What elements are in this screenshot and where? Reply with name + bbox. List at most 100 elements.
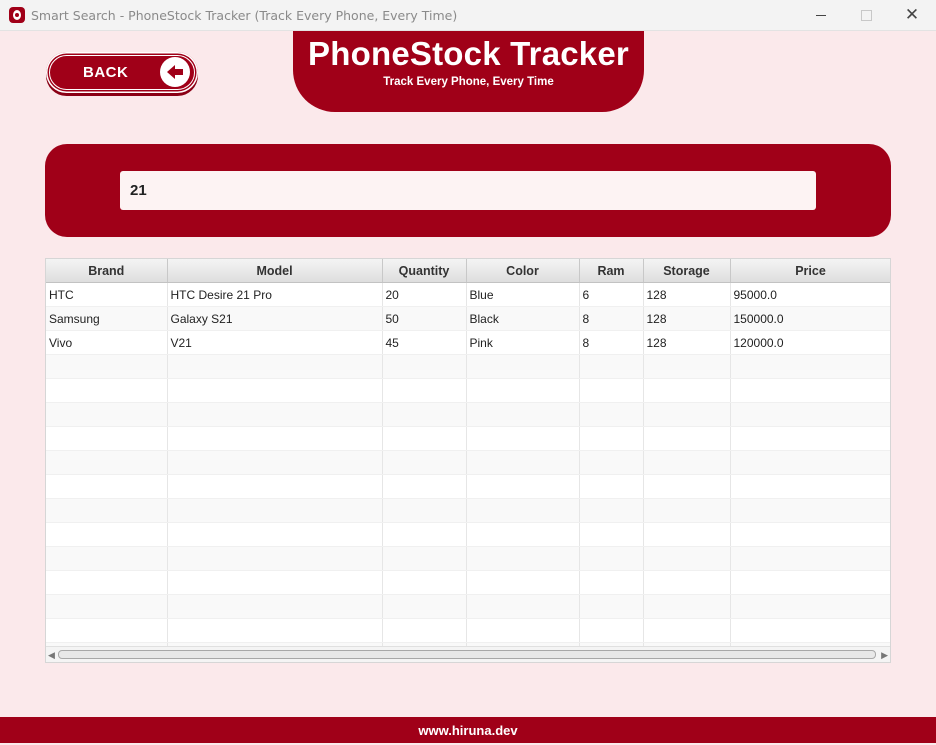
empty-cell bbox=[643, 426, 731, 451]
empty-table-row bbox=[46, 378, 890, 403]
empty-cell bbox=[46, 474, 168, 499]
empty-table-row bbox=[46, 354, 890, 379]
empty-cell bbox=[579, 618, 644, 643]
empty-cell bbox=[46, 618, 168, 643]
cell-price: 95000.0 bbox=[730, 282, 890, 307]
scrollbar-thumb[interactable] bbox=[58, 650, 876, 659]
cell-ram: 8 bbox=[579, 306, 644, 331]
table-row[interactable]: HTC HTC Desire 21 Pro 20 Blue 6 128 9500… bbox=[46, 282, 890, 307]
app-title: PhoneStock Tracker bbox=[308, 35, 629, 72]
empty-cell bbox=[382, 546, 467, 571]
empty-cell bbox=[46, 498, 168, 523]
phone-table: Brand Model Quantity Color Ram Storage P… bbox=[45, 258, 891, 663]
empty-cell bbox=[382, 426, 467, 451]
footer-link[interactable]: www.hiruna.dev bbox=[418, 723, 517, 738]
empty-cell bbox=[382, 570, 467, 595]
column-header-price[interactable]: Price bbox=[730, 259, 890, 283]
empty-cell bbox=[466, 474, 580, 499]
empty-cell bbox=[167, 450, 383, 475]
empty-cell bbox=[730, 450, 890, 475]
cell-brand: HTC bbox=[46, 282, 168, 307]
arrow-left-circle-icon bbox=[160, 57, 190, 87]
empty-cell bbox=[382, 594, 467, 619]
empty-cell bbox=[167, 498, 383, 523]
empty-cell bbox=[730, 426, 890, 451]
empty-cell bbox=[382, 498, 467, 523]
empty-cell bbox=[730, 522, 890, 547]
cell-brand: Vivo bbox=[46, 330, 168, 355]
empty-cell bbox=[382, 618, 467, 643]
empty-cell bbox=[643, 522, 731, 547]
table-row[interactable]: Vivo V21 45 Pink 8 128 120000.0 bbox=[46, 330, 890, 355]
empty-cell bbox=[167, 402, 383, 427]
cell-ram: 8 bbox=[579, 330, 644, 355]
empty-cell bbox=[466, 378, 580, 403]
cell-model: HTC Desire 21 Pro bbox=[167, 282, 383, 307]
empty-cell bbox=[579, 378, 644, 403]
empty-cell bbox=[643, 354, 731, 379]
maximize-button[interactable] bbox=[843, 0, 889, 30]
cell-storage: 128 bbox=[643, 330, 731, 355]
back-button[interactable]: BACK bbox=[46, 52, 198, 93]
empty-cell bbox=[579, 450, 644, 475]
empty-table-row bbox=[46, 522, 890, 547]
empty-table-row bbox=[46, 450, 890, 475]
empty-table-row bbox=[46, 570, 890, 595]
empty-cell bbox=[643, 618, 731, 643]
column-header-storage[interactable]: Storage bbox=[643, 259, 731, 283]
empty-table-row bbox=[46, 402, 890, 427]
empty-cell bbox=[579, 402, 644, 427]
empty-cell bbox=[466, 450, 580, 475]
scroll-left-icon[interactable]: ◀ bbox=[48, 650, 55, 661]
search-input[interactable] bbox=[120, 171, 816, 210]
table-row[interactable]: Samsung Galaxy S21 50 Black 8 128 150000… bbox=[46, 306, 890, 331]
empty-cell bbox=[382, 402, 467, 427]
close-button[interactable]: ✕ bbox=[889, 0, 935, 30]
empty-cell bbox=[167, 426, 383, 451]
column-header-model[interactable]: Model bbox=[167, 259, 383, 283]
empty-cell bbox=[167, 522, 383, 547]
empty-cell bbox=[730, 546, 890, 571]
empty-cell bbox=[579, 498, 644, 523]
cell-quantity: 20 bbox=[382, 282, 467, 307]
empty-cell bbox=[643, 570, 731, 595]
horizontal-scrollbar[interactable]: ◀ ▶ bbox=[46, 646, 890, 662]
empty-cell bbox=[579, 474, 644, 499]
empty-cell bbox=[579, 522, 644, 547]
empty-cell bbox=[730, 474, 890, 499]
empty-cell bbox=[46, 402, 168, 427]
empty-cell bbox=[579, 426, 644, 451]
app-header: PhoneStock Tracker Track Every Phone, Ev… bbox=[293, 31, 644, 112]
empty-cell bbox=[466, 498, 580, 523]
minimize-icon bbox=[816, 14, 826, 16]
empty-cell bbox=[167, 378, 383, 403]
minimize-button[interactable] bbox=[798, 0, 844, 30]
empty-cell bbox=[579, 354, 644, 379]
empty-table-row bbox=[46, 474, 890, 499]
empty-cell bbox=[466, 546, 580, 571]
scroll-right-icon[interactable]: ▶ bbox=[881, 650, 888, 661]
empty-cell bbox=[466, 354, 580, 379]
empty-cell bbox=[167, 594, 383, 619]
empty-cell bbox=[466, 402, 580, 427]
empty-cell bbox=[46, 594, 168, 619]
cell-color: Pink bbox=[466, 330, 580, 355]
search-panel bbox=[45, 144, 891, 237]
cell-model: V21 bbox=[167, 330, 383, 355]
empty-cell bbox=[167, 546, 383, 571]
empty-cell bbox=[46, 570, 168, 595]
cell-ram: 6 bbox=[579, 282, 644, 307]
empty-cell bbox=[643, 474, 731, 499]
table-header-row: Brand Model Quantity Color Ram Storage P… bbox=[46, 259, 890, 283]
empty-table-row bbox=[46, 546, 890, 571]
empty-cell bbox=[46, 354, 168, 379]
column-header-color[interactable]: Color bbox=[466, 259, 580, 283]
empty-table-row bbox=[46, 426, 890, 451]
column-header-brand[interactable]: Brand bbox=[46, 259, 168, 283]
empty-cell bbox=[466, 426, 580, 451]
cell-quantity: 50 bbox=[382, 306, 467, 331]
column-header-ram[interactable]: Ram bbox=[579, 259, 644, 283]
column-header-quantity[interactable]: Quantity bbox=[382, 259, 467, 283]
empty-cell bbox=[730, 354, 890, 379]
empty-cell bbox=[643, 498, 731, 523]
